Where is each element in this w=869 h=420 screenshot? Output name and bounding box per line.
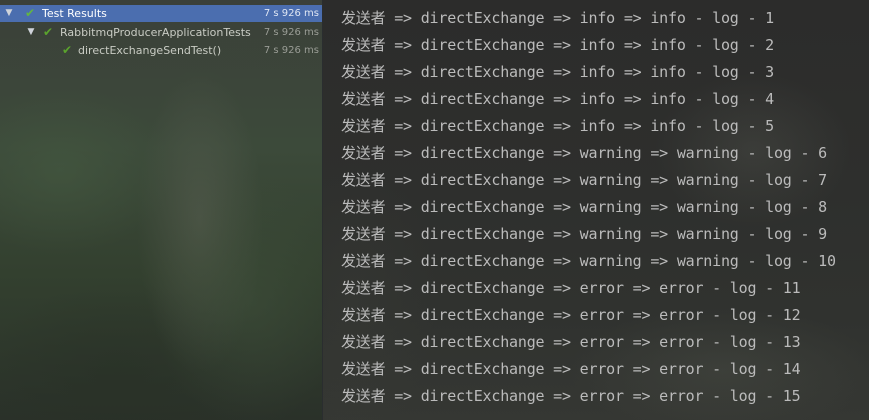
- console-line: 发送者 => directExchange => error => error …: [341, 306, 801, 324]
- tree-row-test-method[interactable]: ✔ directExchangeSendTest() 7 s 926 ms: [0, 42, 322, 59]
- test-duration: 7 s 926 ms: [263, 45, 319, 56]
- tree-row-label: directExchangeSendTest(): [78, 44, 222, 57]
- check-icon: ✔: [24, 6, 36, 20]
- console-line: 发送者 => directExchange => warning => warn…: [341, 225, 827, 243]
- console-output[interactable]: 发送者 => directExchange => info => info - …: [323, 0, 869, 420]
- chevron-down-icon[interactable]: ▼: [26, 24, 36, 41]
- test-results-tree: ▼ ✔ Test Results 7 s 926 ms ▼ ✔ Rabbitmq…: [0, 0, 322, 420]
- test-duration: 7 s 926 ms: [260, 5, 319, 22]
- console-line: 发送者 => directExchange => info => info - …: [341, 63, 774, 81]
- console-line: 发送者 => directExchange => info => info - …: [341, 117, 774, 135]
- tree-row-test-class[interactable]: ▼ ✔ RabbitmqProducerApplicationTests 7 s…: [0, 24, 322, 41]
- check-icon: ✔: [42, 25, 54, 39]
- console-line: 发送者 => directExchange => info => info - …: [341, 9, 774, 27]
- tree-row-label: RabbitmqProducerApplicationTests: [60, 26, 251, 39]
- console-line: 发送者 => directExchange => error => error …: [341, 360, 801, 378]
- console-line: 发送者 => directExchange => warning => warn…: [341, 144, 827, 162]
- check-icon: ✔: [61, 43, 73, 57]
- test-duration: 7 s 926 ms: [263, 27, 319, 38]
- console-line: 发送者 => directExchange => error => error …: [341, 279, 801, 297]
- console-line: 发送者 => directExchange => error => error …: [341, 333, 801, 351]
- tree-row-label: Test Results: [42, 7, 107, 20]
- console-line: 发送者 => directExchange => warning => warn…: [341, 171, 827, 189]
- test-runner-window: ▼ ✔ Test Results 7 s 926 ms ▼ ✔ Rabbitmq…: [0, 0, 869, 420]
- console-line: 发送者 => directExchange => warning => warn…: [341, 198, 827, 216]
- chevron-down-icon[interactable]: ▼: [4, 5, 14, 22]
- console-line: 发送者 => directExchange => error => error …: [341, 387, 801, 405]
- tree-row-test-results[interactable]: ▼ ✔ Test Results 7 s 926 ms: [0, 5, 322, 22]
- console-lines: 发送者 => directExchange => info => info - …: [341, 5, 836, 410]
- console-line: 发送者 => directExchange => info => info - …: [341, 90, 774, 108]
- console-line: 发送者 => directExchange => warning => warn…: [341, 252, 836, 270]
- console-line: 发送者 => directExchange => info => info - …: [341, 36, 774, 54]
